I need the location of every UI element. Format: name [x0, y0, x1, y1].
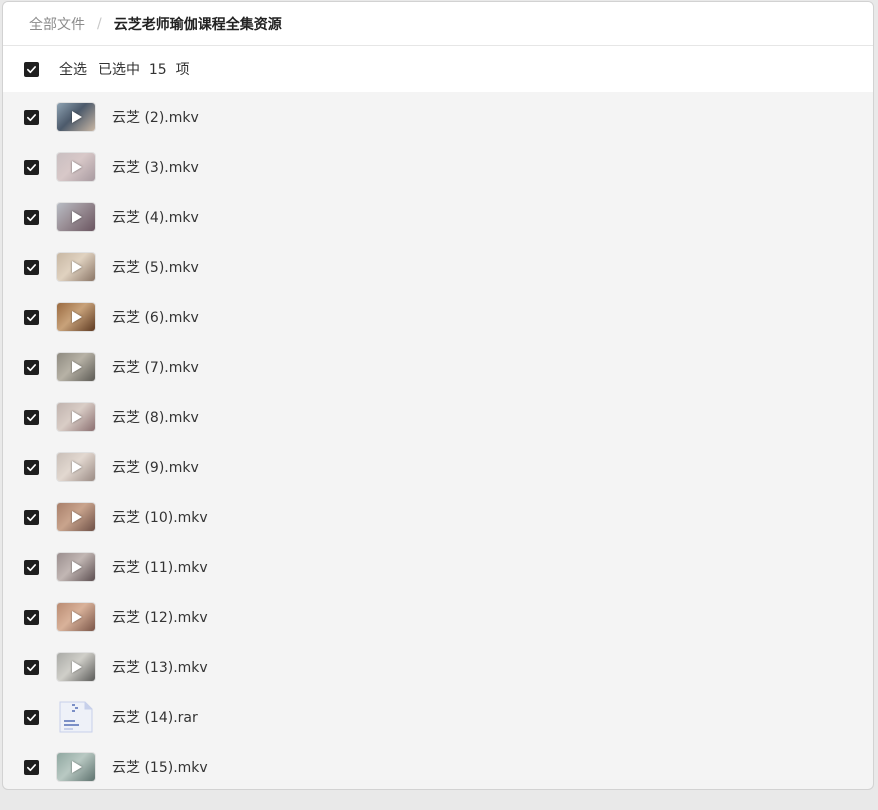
play-icon: [72, 561, 82, 573]
file-checkbox[interactable]: [24, 659, 39, 675]
breadcrumb-separator: /: [97, 15, 102, 32]
archive-file-icon: [57, 700, 95, 734]
play-icon: [72, 261, 82, 273]
file-checkbox[interactable]: [24, 409, 39, 425]
file-row[interactable]: 云芝 (15).mkv: [3, 742, 873, 789]
file-row[interactable]: 云芝 (11).mkv: [3, 542, 873, 592]
video-thumbnail: [57, 753, 95, 781]
video-thumbnail: [57, 303, 95, 331]
file-checkbox[interactable]: [24, 209, 39, 225]
check-icon: [27, 65, 36, 73]
check-icon: [27, 263, 36, 271]
video-thumbnail: [57, 203, 95, 231]
file-row[interactable]: 云芝 (12).mkv: [3, 592, 873, 642]
check-icon: [27, 713, 36, 721]
check-icon: [27, 463, 36, 471]
file-row[interactable]: 云芝 (9).mkv: [3, 442, 873, 492]
file-checkbox[interactable]: [24, 559, 39, 575]
check-icon: [27, 563, 36, 571]
check-icon: [27, 363, 36, 371]
file-checkbox[interactable]: [24, 259, 39, 275]
play-icon: [72, 311, 82, 323]
breadcrumb-root-link[interactable]: 全部文件: [29, 14, 85, 34]
video-thumbnail: [57, 603, 95, 631]
file-row[interactable]: 云芝 (13).mkv: [3, 642, 873, 692]
file-name[interactable]: 云芝 (5).mkv: [112, 257, 199, 277]
file-name[interactable]: 云芝 (3).mkv: [112, 157, 199, 177]
file-name[interactable]: 云芝 (15).mkv: [112, 757, 208, 777]
select-all-label[interactable]: 全选: [59, 59, 87, 79]
file-name[interactable]: 云芝 (11).mkv: [112, 557, 208, 577]
file-row[interactable]: 云芝 (8).mkv: [3, 392, 873, 442]
video-thumbnail: [57, 153, 95, 181]
play-icon: [72, 511, 82, 523]
select-all-checkbox[interactable]: [24, 61, 39, 77]
file-checkbox[interactable]: [24, 459, 39, 475]
file-checkbox[interactable]: [24, 709, 39, 725]
file-row[interactable]: 云芝 (2).mkv: [3, 92, 873, 142]
play-icon: [72, 611, 82, 623]
file-row[interactable]: 云芝 (7).mkv: [3, 342, 873, 392]
selected-count-text: 已选中 15 项: [98, 62, 190, 78]
video-thumbnail: [57, 553, 95, 581]
file-checkbox[interactable]: [24, 109, 39, 125]
file-name[interactable]: 云芝 (8).mkv: [112, 407, 199, 427]
file-name[interactable]: 云芝 (2).mkv: [112, 107, 199, 127]
file-name[interactable]: 云芝 (9).mkv: [112, 457, 199, 477]
selection-bar: 全选 已选中 15 项: [3, 46, 873, 92]
file-row[interactable]: 云芝 (14).rar: [3, 692, 873, 742]
file-row[interactable]: 云芝 (3).mkv: [3, 142, 873, 192]
play-icon: [72, 761, 82, 773]
file-row[interactable]: 云芝 (5).mkv: [3, 242, 873, 292]
file-checkbox[interactable]: [24, 509, 39, 525]
file-list-window: 全部文件 / 云芝老师瑜伽课程全集资源 全选 已选中 15 项 云芝 (2).m…: [2, 1, 874, 790]
play-icon: [72, 361, 82, 373]
check-icon: [27, 163, 36, 171]
file-row[interactable]: 云芝 (10).mkv: [3, 492, 873, 542]
file-row[interactable]: 云芝 (4).mkv: [3, 192, 873, 242]
play-icon: [72, 211, 82, 223]
file-name[interactable]: 云芝 (14).rar: [112, 707, 198, 727]
file-name[interactable]: 云芝 (6).mkv: [112, 307, 199, 327]
play-icon: [72, 161, 82, 173]
play-icon: [72, 411, 82, 423]
check-icon: [27, 213, 36, 221]
play-icon: [72, 461, 82, 473]
breadcrumb-current-folder: 云芝老师瑜伽课程全集资源: [113, 16, 282, 33]
file-checkbox[interactable]: [24, 309, 39, 325]
check-icon: [27, 763, 36, 771]
video-thumbnail: [57, 653, 95, 681]
file-checkbox[interactable]: [24, 759, 39, 775]
file-list: 云芝 (2).mkv 云芝 (3).mkv 云芝 (4).mkv 云芝 (5).mkv…: [3, 92, 873, 789]
video-thumbnail: [57, 503, 95, 531]
video-thumbnail: [57, 403, 95, 431]
file-name[interactable]: 云芝 (4).mkv: [112, 207, 199, 227]
play-icon: [72, 111, 82, 123]
video-thumbnail: [57, 453, 95, 481]
video-thumbnail: [57, 103, 95, 131]
check-icon: [27, 413, 36, 421]
file-name[interactable]: 云芝 (10).mkv: [112, 507, 208, 527]
file-name[interactable]: 云芝 (13).mkv: [112, 657, 208, 677]
check-icon: [27, 663, 36, 671]
check-icon: [27, 613, 36, 621]
file-checkbox[interactable]: [24, 159, 39, 175]
file-name[interactable]: 云芝 (7).mkv: [112, 357, 199, 377]
file-checkbox[interactable]: [24, 609, 39, 625]
file-row[interactable]: 云芝 (6).mkv: [3, 292, 873, 342]
check-icon: [27, 113, 36, 121]
play-icon: [72, 661, 82, 673]
video-thumbnail: [57, 253, 95, 281]
video-thumbnail: [57, 353, 95, 381]
check-icon: [27, 313, 36, 321]
check-icon: [27, 513, 36, 521]
breadcrumb: 全部文件 / 云芝老师瑜伽课程全集资源: [3, 2, 873, 46]
file-checkbox[interactable]: [24, 359, 39, 375]
file-name[interactable]: 云芝 (12).mkv: [112, 607, 208, 627]
